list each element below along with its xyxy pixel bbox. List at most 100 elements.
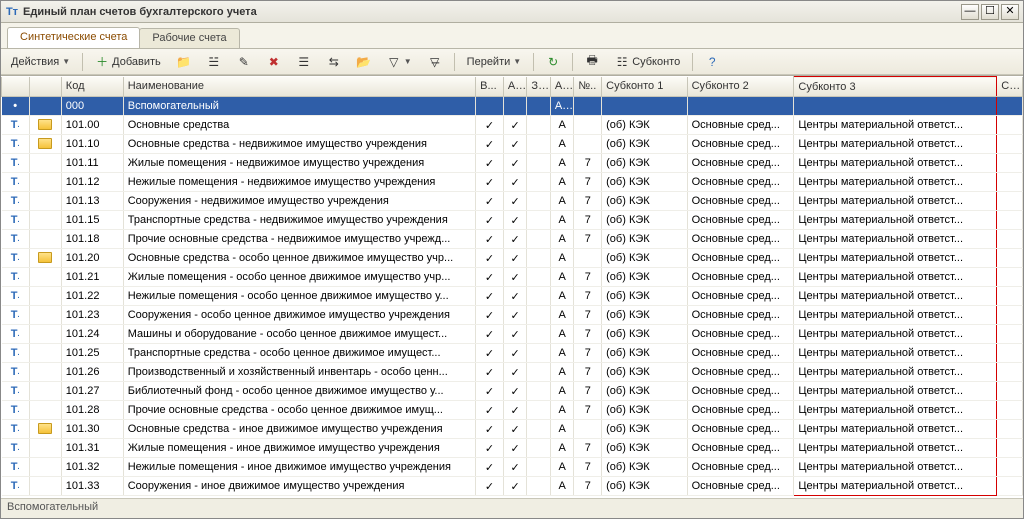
cell-subkonto2: Основные сред... [687,420,794,439]
cell-a: ✓ [503,306,526,325]
tab-synthetic-accounts[interactable]: Синтетические счета [7,27,140,48]
add-button[interactable]: ＋ Добавить [89,52,167,72]
table-row[interactable]: T.101.27Библиотечный фонд - особо ценное… [2,382,1023,401]
copy-icon: ☱ [207,55,221,69]
separator [572,53,573,71]
cell-icon: • [2,97,30,116]
clear-filter-button[interactable]: ▽̶ [422,52,448,72]
cell-v: ✓ [476,173,504,192]
app-icon: Tт [5,5,19,19]
go-menu[interactable]: Перейти ▼ [461,52,528,72]
table-row[interactable]: •000ВспомогательныйАП [2,97,1023,116]
cell-a2: А [550,135,573,154]
cell-subkonto2: Основные сред... [687,154,794,173]
add-label: Добавить [112,56,161,68]
separator [533,53,534,71]
table-row[interactable]: T.101.00Основные средства✓✓А(об) КЭКОсно… [2,116,1023,135]
grid[interactable]: Код Наименование В... А... З... А... №..… [1,76,1023,498]
maximize-button[interactable]: ☐ [981,4,999,20]
cell-a: ✓ [503,268,526,287]
table-row[interactable]: T.101.22Нежилые помещения - особо ценное… [2,287,1023,306]
col-subkonto1[interactable]: Субконто 1 [602,77,687,97]
subkonto-icon: ☷ [615,55,629,69]
cell-z [527,401,550,420]
cell-icon: T. [2,401,30,420]
row-type-icon: T. [8,308,22,322]
table-row[interactable]: T.101.20Основные средства - особо ценное… [2,249,1023,268]
help-button[interactable]: ? [699,52,725,72]
chevron-down-icon: ▼ [513,57,521,66]
cell-subkonto2: Основные сред... [687,306,794,325]
col-v[interactable]: В... [476,77,504,97]
hierarchy-button[interactable]: ⇆ [321,52,347,72]
table-row[interactable]: T.101.24Машины и оборудование - особо це… [2,325,1023,344]
cell-icon: T. [2,458,30,477]
col-folder[interactable] [29,77,61,97]
cell-subkonto3: Центры материальной ответст... [794,420,997,439]
edit-button[interactable]: ✎ [231,52,257,72]
close-button[interactable]: ✕ [1001,4,1019,20]
cell-name: Транспортные средства - недвижимое имуще… [123,211,475,230]
cell-icon: T. [2,363,30,382]
row-type-icon: T. [8,365,22,379]
accounts-table: Код Наименование В... А... З... А... №..… [1,76,1023,496]
cell-code: 101.30 [61,420,123,439]
col-subkonto3[interactable]: Субконто 3 [794,77,997,97]
row-type-icon: • [8,99,22,113]
row-type-icon: T. [8,232,22,246]
cell-n [574,97,602,116]
cell-subkonto2: Основные сред... [687,230,794,249]
col-s[interactable]: С... [997,77,1023,97]
cell-icon: T. [2,268,30,287]
table-row[interactable]: T.101.15Транспортные средства - недвижим… [2,211,1023,230]
table-row[interactable]: T.101.25Транспортные средства - особо це… [2,344,1023,363]
table-row[interactable]: T.101.12Нежилые помещения - недвижимое и… [2,173,1023,192]
table-row[interactable]: T.101.10Основные средства - недвижимое и… [2,135,1023,154]
cell-name: Вспомогательный [123,97,475,116]
subkonto-button[interactable]: ☷ Субконто [609,52,686,72]
table-row[interactable]: T.101.31Жилые помещения - иное движимое … [2,439,1023,458]
cell-n: 7 [574,287,602,306]
table-row[interactable]: T.101.26Производственный и хозяйственный… [2,363,1023,382]
move-button[interactable]: 📂 [351,52,377,72]
copy-button[interactable]: ☱ [201,52,227,72]
col-subkonto2[interactable]: Субконто 2 [687,77,794,97]
col-a2[interactable]: А... [550,77,573,97]
cell-a: ✓ [503,344,526,363]
table-row[interactable]: T.101.30Основные средства - иное движимо… [2,420,1023,439]
table-row[interactable]: T.101.28Прочие основные средства - особо… [2,401,1023,420]
cell-subkonto1: (об) КЭК [602,439,687,458]
col-code[interactable]: Код [61,77,123,97]
col-n[interactable]: №.. [574,77,602,97]
col-icon[interactable] [2,77,30,97]
table-row[interactable]: T.101.13Сооружения - недвижимое имуществ… [2,192,1023,211]
cell-a: ✓ [503,325,526,344]
cell-subkonto3: Центры материальной ответст... [794,306,997,325]
filter-button[interactable]: ▽ ▼ [381,52,418,72]
list-view-button[interactable]: ☰ [291,52,317,72]
minimize-button[interactable]: — [961,4,979,20]
table-row[interactable]: T.101.33Сооружения - иное движимое имуще… [2,477,1023,496]
table-row[interactable]: T.101.32Нежилые помещения - иное движимо… [2,458,1023,477]
print-button[interactable]: 🖶 [579,52,605,72]
table-row[interactable]: T.101.18Прочие основные средства - недви… [2,230,1023,249]
tab-working-accounts[interactable]: Рабочие счета [139,28,239,48]
table-row[interactable]: T.101.11Жилые помещения - недвижимое иму… [2,154,1023,173]
cell-a2: А [550,306,573,325]
cell-code: 101.18 [61,230,123,249]
cell-icon: T. [2,287,30,306]
col-a[interactable]: А... [503,77,526,97]
col-name[interactable]: Наименование [123,77,475,97]
cell-a: ✓ [503,382,526,401]
refresh-button[interactable]: ↻ [540,52,566,72]
delete-button[interactable]: ✖ [261,52,287,72]
add-folder-button[interactable]: 📁 [171,52,197,72]
cell-subkonto3: Центры материальной ответст... [794,458,997,477]
table-row[interactable]: T.101.23Сооружения - особо ценное движим… [2,306,1023,325]
table-row[interactable]: T.101.21Жилые помещения - особо ценное д… [2,268,1023,287]
col-z[interactable]: З... [527,77,550,97]
cell-s [997,230,1023,249]
cell-subkonto2: Основные сред... [687,382,794,401]
cell-icon: T. [2,135,30,154]
actions-menu[interactable]: Действия ▼ [5,52,76,72]
